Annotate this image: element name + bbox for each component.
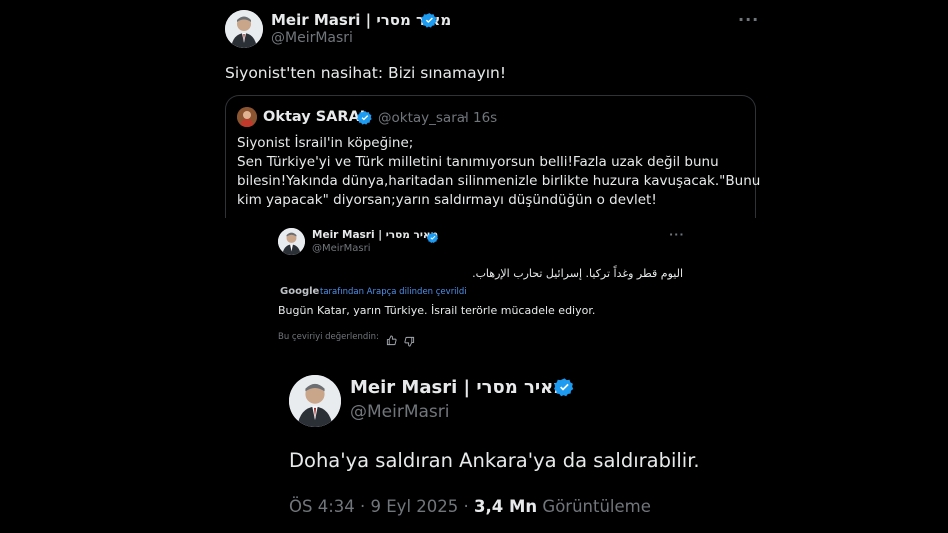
translation-text: Bugün Katar, yarın Türkiye. İsrail terör… <box>278 304 596 317</box>
large-author-handle: @MeirMasri <box>350 402 450 422</box>
tweet-meta: ÖS 4:34 · 9 Eyl 2025 · 3,4 Mn Görüntülem… <box>289 497 651 516</box>
avatar-portrait <box>225 10 263 48</box>
avatar[interactable] <box>225 10 263 48</box>
quoted-author-name[interactable]: Oktay SARAL <box>263 109 369 125</box>
author-handle[interactable]: @MeirMasri <box>271 30 353 46</box>
quoted-text-line: Siyonist İsrail'in köpeğine; <box>237 135 414 151</box>
verified-badge-icon <box>421 12 438 33</box>
rate-translation-label: Bu çeviriyi değerlendin: <box>278 332 379 342</box>
quoted-text-line: Sen Türkiye'yi ve Türk milletini tanımıy… <box>237 154 719 170</box>
quoted-separator: · <box>463 110 468 126</box>
large-embedded-avatar <box>289 375 341 427</box>
quoted-text-line: kim yapacak" diyorsan;yarın saldırmayı d… <box>237 192 657 208</box>
large-author-name: Meir Masri | מאיר מסרי <box>350 377 567 398</box>
verified-badge-icon <box>554 377 575 402</box>
tweet-text: Siyonist'ten nasihat: Bizi sınamayın! <box>225 64 507 82</box>
meta-dot: · <box>360 497 366 516</box>
thumbs-down-icon[interactable] <box>404 332 415 351</box>
quoted-text-line: bilesin!Yakında dünya,haritadan silinmen… <box>237 173 761 189</box>
arabic-text: اليوم قطر وغداً تركيا. إسرائيل تحارب الإ… <box>472 267 683 280</box>
thumbs-up-icon[interactable] <box>386 331 397 350</box>
quoted-timestamp[interactable]: 16s <box>473 110 497 126</box>
embedded-author-name: Meir Masri | מאיר מסרי <box>312 229 439 241</box>
tweet-time: ÖS 4:34 <box>289 497 355 516</box>
views-label: Görüntüleme <box>542 497 651 516</box>
embedded-author-handle: @MeirMasri <box>312 243 371 254</box>
meta-dot: · <box>463 497 469 516</box>
views-count: 3,4 Mn <box>474 497 538 516</box>
quoted-avatar <box>237 107 257 127</box>
google-logo: Google <box>280 286 320 297</box>
verified-badge-icon <box>357 110 373 130</box>
quoted-author-handle[interactable]: @oktay_saral <box>378 110 469 126</box>
more-options-icon[interactable]: ··· <box>738 10 759 29</box>
translated-by[interactable]: tarafından Arapça dilinden çevrildi <box>320 287 467 297</box>
embedded-avatar <box>278 228 305 255</box>
verified-badge-icon <box>427 229 439 248</box>
more-options-icon: ··· <box>669 228 685 241</box>
large-tweet-text: Doha'ya saldıran Ankara'ya da saldırabil… <box>289 449 700 472</box>
tweet-date: 9 Eyl 2025 <box>370 497 459 516</box>
